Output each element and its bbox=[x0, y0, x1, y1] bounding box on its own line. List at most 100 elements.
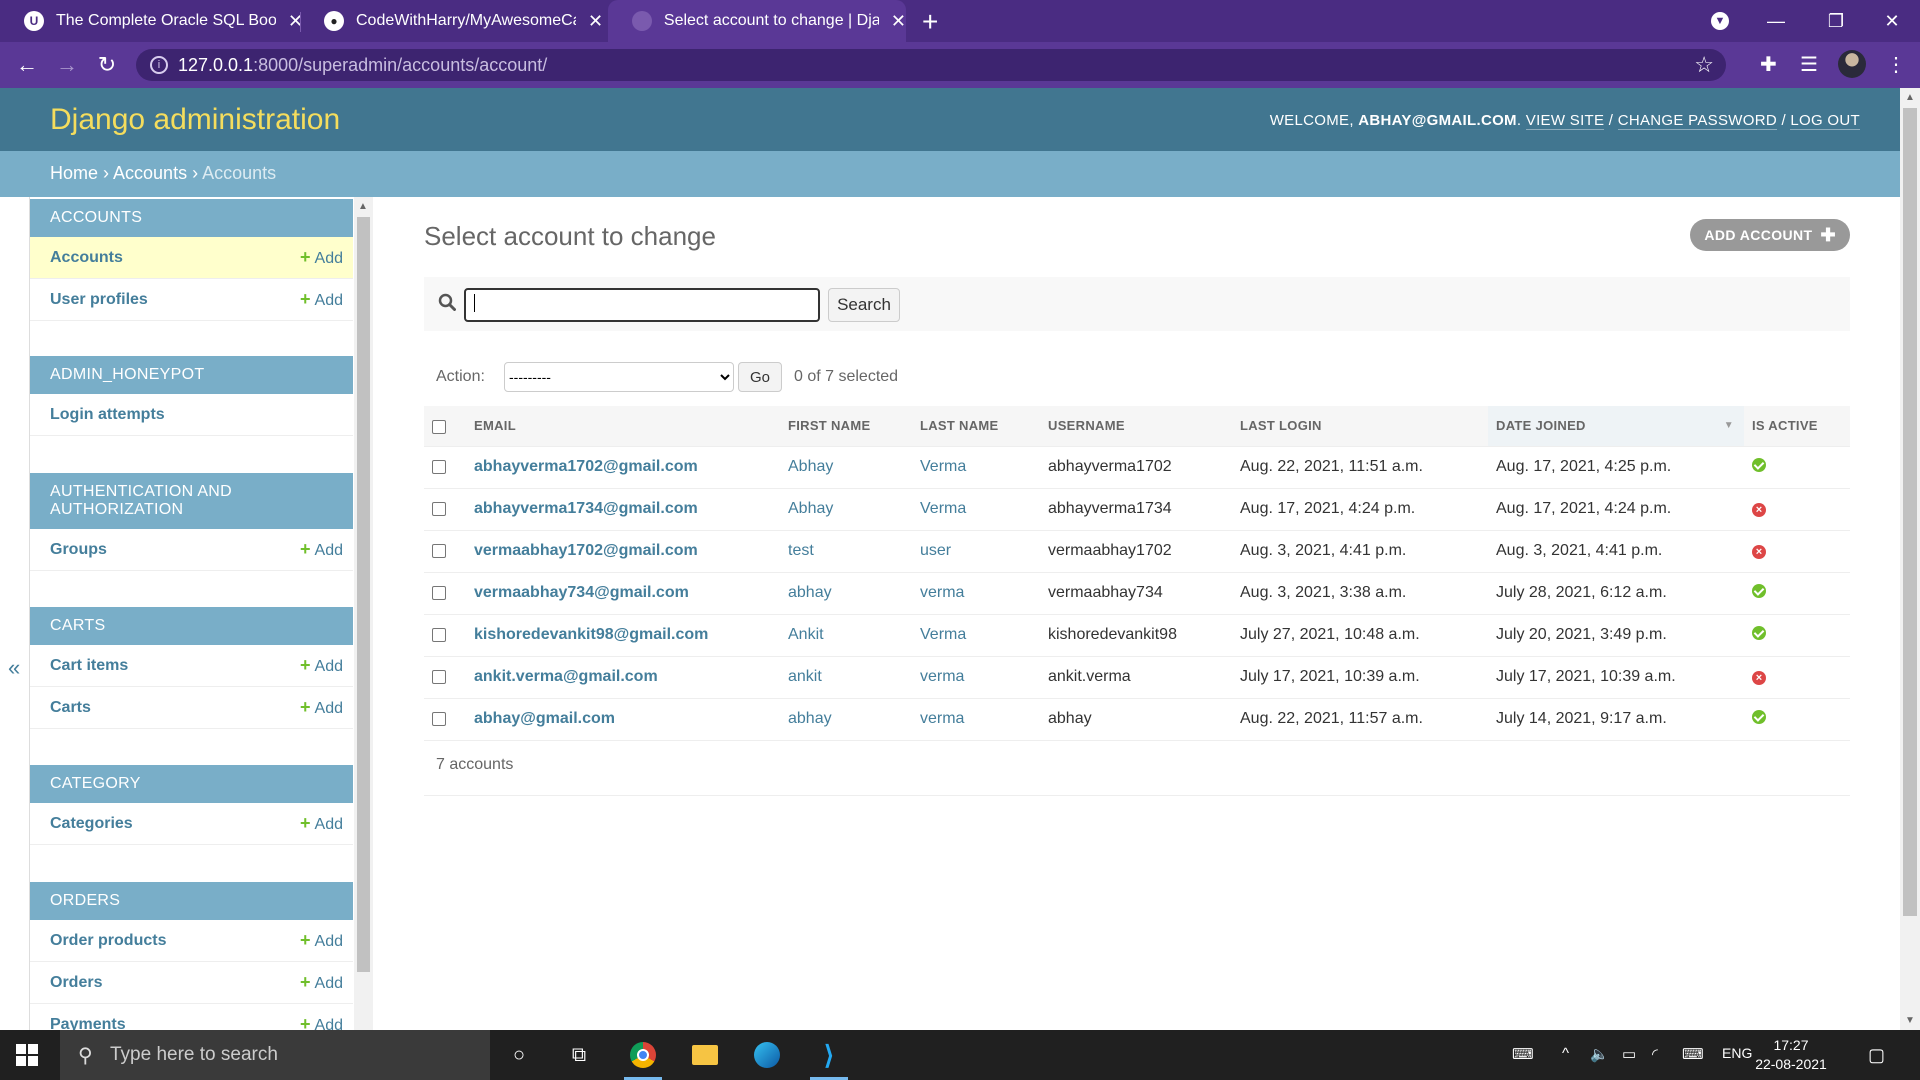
sidebar-item-order-products[interactable]: Order products + Add bbox=[30, 920, 353, 962]
column-is-active[interactable]: IS ACTIVE bbox=[1744, 406, 1850, 447]
module-header[interactable]: ACCOUNTS bbox=[30, 199, 353, 237]
row-checkbox[interactable] bbox=[432, 711, 446, 726]
add-link[interactable]: + Add bbox=[300, 539, 343, 560]
email-link[interactable]: vermaabhay734@gmail.com bbox=[474, 584, 689, 601]
search-input[interactable] bbox=[464, 288, 820, 322]
email-link[interactable]: abhayverma1734@gmail.com bbox=[474, 500, 698, 517]
browser-tab-active[interactable]: Select account to change | Djang ✕ bbox=[608, 0, 906, 42]
breadcrumb-home[interactable]: Home bbox=[50, 163, 98, 183]
sidebar-item-label[interactable]: Categories bbox=[50, 815, 133, 833]
select-all-checkbox[interactable] bbox=[432, 419, 446, 434]
sidebar-item-orders[interactable]: Orders + Add bbox=[30, 962, 353, 1004]
sidebar-item-label[interactable]: Carts bbox=[50, 699, 91, 717]
extensions-icon[interactable]: ✚ bbox=[1760, 52, 1777, 77]
sidebar-item-categories[interactable]: Categories + Add bbox=[30, 803, 353, 845]
add-link[interactable]: + Add bbox=[300, 697, 343, 718]
column-last-name[interactable]: LAST NAME bbox=[912, 406, 1040, 447]
column-date-joined[interactable]: DATE JOINED ▼ bbox=[1488, 406, 1744, 447]
email-link[interactable]: ankit.verma@gmail.com bbox=[474, 668, 658, 685]
edge-icon[interactable] bbox=[744, 1038, 790, 1072]
file-explorer-icon[interactable] bbox=[682, 1038, 728, 1072]
new-tab-icon[interactable]: + bbox=[922, 6, 938, 38]
battery-icon[interactable]: ▭ bbox=[1622, 1045, 1636, 1063]
add-link[interactable]: + Add bbox=[300, 930, 343, 951]
row-checkbox[interactable] bbox=[432, 543, 446, 558]
browser-tab[interactable]: ● CodeWithHarry/MyAwesomeCar ✕ bbox=[300, 0, 603, 42]
change-password-link[interactable]: CHANGE PASSWORD bbox=[1617, 112, 1777, 130]
reload-icon[interactable]: ↻ bbox=[92, 50, 122, 80]
address-bar[interactable]: i 127.0.0.1:8000/superadmin/accounts/acc… bbox=[136, 49, 1726, 81]
email-link[interactable]: vermaabhay1702@gmail.com bbox=[474, 542, 698, 559]
sidebar-item-label[interactable]: Login attempts bbox=[50, 406, 165, 424]
sidebar-item-carts[interactable]: Carts + Add bbox=[30, 687, 353, 729]
sidebar-scrollbar[interactable]: ▲ bbox=[354, 197, 373, 1030]
sort-descending-icon[interactable]: ▼ bbox=[1724, 420, 1734, 431]
url-text[interactable]: 127.0.0.1:8000/superadmin/accounts/accou… bbox=[178, 55, 547, 76]
sidebar-item-label[interactable]: Payments bbox=[50, 1016, 126, 1031]
email-link[interactable]: abhay@gmail.com bbox=[474, 710, 615, 727]
show-hidden-icons-icon[interactable]: ^ bbox=[1562, 1045, 1569, 1062]
view-site-link[interactable]: VIEW SITE bbox=[1525, 112, 1605, 130]
action-select[interactable]: --------- bbox=[504, 362, 734, 392]
collapse-icon[interactable]: « bbox=[8, 655, 20, 681]
site-branding[interactable]: Django administration bbox=[50, 103, 340, 137]
browser-tab[interactable]: U The Complete Oracle SQL Bootca ✕ bbox=[0, 0, 303, 42]
sidebar-item-label[interactable]: User profiles bbox=[50, 291, 148, 309]
site-info-icon[interactable]: i bbox=[150, 56, 168, 74]
breadcrumb-app[interactable]: Accounts bbox=[113, 163, 187, 183]
sidebar-item-label[interactable]: Cart items bbox=[50, 657, 128, 675]
chrome-icon[interactable] bbox=[620, 1038, 666, 1080]
add-link[interactable]: + Add bbox=[300, 813, 343, 834]
add-link[interactable]: + Add bbox=[300, 1014, 343, 1030]
touch-keyboard-icon[interactable]: ⌨ bbox=[1682, 1045, 1704, 1063]
row-checkbox[interactable] bbox=[432, 501, 446, 516]
cortana-icon[interactable]: ○ bbox=[496, 1038, 542, 1072]
profile-avatar[interactable] bbox=[1838, 50, 1866, 78]
back-icon[interactable]: ← bbox=[12, 50, 42, 80]
task-view-icon[interactable]: ⧉ bbox=[556, 1038, 602, 1072]
sidebar-item-label[interactable]: Order products bbox=[50, 932, 166, 950]
sidebar-item-label[interactable]: Accounts bbox=[50, 249, 123, 267]
row-checkbox[interactable] bbox=[432, 627, 446, 642]
sidebar-item-label[interactable]: Groups bbox=[50, 541, 107, 559]
column-username[interactable]: USERNAME bbox=[1040, 406, 1232, 447]
column-first-name[interactable]: FIRST NAME bbox=[780, 406, 912, 447]
forward-icon[interactable]: → bbox=[52, 50, 82, 80]
module-header[interactable]: AUTHENTICATION AND AUTHORIZATION bbox=[30, 473, 353, 529]
close-window-icon[interactable]: ✕ bbox=[1862, 0, 1920, 42]
module-header[interactable]: CATEGORY bbox=[30, 765, 353, 803]
vscode-icon[interactable]: ⟩ bbox=[806, 1038, 852, 1080]
module-header[interactable]: ADMIN_HONEYPOT bbox=[30, 356, 353, 394]
sidebar-item-groups[interactable]: Groups + Add bbox=[30, 529, 353, 571]
column-email[interactable]: EMAIL bbox=[466, 406, 780, 447]
reading-list-icon[interactable]: ☰ bbox=[1800, 52, 1818, 77]
add-link[interactable]: + Add bbox=[300, 972, 343, 993]
close-tab-icon[interactable]: ✕ bbox=[891, 11, 906, 32]
sidebar-item-user-profiles[interactable]: User profiles + Add bbox=[30, 279, 353, 321]
sidebar-item-cart-items[interactable]: Cart items + Add bbox=[30, 645, 353, 687]
row-checkbox[interactable] bbox=[432, 459, 446, 474]
column-last-login[interactable]: LAST LOGIN bbox=[1232, 406, 1488, 447]
volume-icon[interactable]: 🔈 bbox=[1590, 1045, 1609, 1063]
sidebar-toggle[interactable]: « bbox=[0, 197, 30, 1030]
notifications-icon[interactable]: ▢ bbox=[1868, 1045, 1885, 1066]
tab-search-icon[interactable]: ▼ bbox=[1690, 0, 1750, 42]
search-button[interactable]: Search bbox=[828, 288, 900, 322]
add-link[interactable]: + Add bbox=[300, 655, 343, 676]
restore-icon[interactable]: ❐ bbox=[1806, 0, 1866, 42]
windows-start-icon[interactable] bbox=[16, 1044, 38, 1066]
log-out-link[interactable]: LOG OUT bbox=[1790, 112, 1860, 130]
wifi-icon[interactable]: ◜ bbox=[1652, 1045, 1658, 1063]
sidebar-item-accounts[interactable]: Accounts + Add bbox=[30, 237, 353, 279]
chrome-menu-icon[interactable]: ⋮ bbox=[1886, 52, 1906, 77]
add-link[interactable]: + Add bbox=[300, 289, 343, 310]
email-link[interactable]: kishoredevankit98@gmail.com bbox=[474, 626, 708, 643]
add-link[interactable]: + Add bbox=[300, 247, 343, 268]
minimize-icon[interactable]: — bbox=[1746, 0, 1806, 42]
keyboard-icon[interactable]: ⌨ bbox=[1512, 1045, 1534, 1063]
add-account-button[interactable]: ADD ACCOUNT ✚ bbox=[1690, 219, 1850, 251]
sidebar-item-login-attempts[interactable]: Login attempts bbox=[30, 394, 353, 436]
page-scrollbar[interactable]: ▲ ▼ bbox=[1900, 88, 1920, 1030]
sidebar-item-label[interactable]: Orders bbox=[50, 974, 102, 992]
email-link[interactable]: abhayverma1702@gmail.com bbox=[474, 458, 698, 475]
